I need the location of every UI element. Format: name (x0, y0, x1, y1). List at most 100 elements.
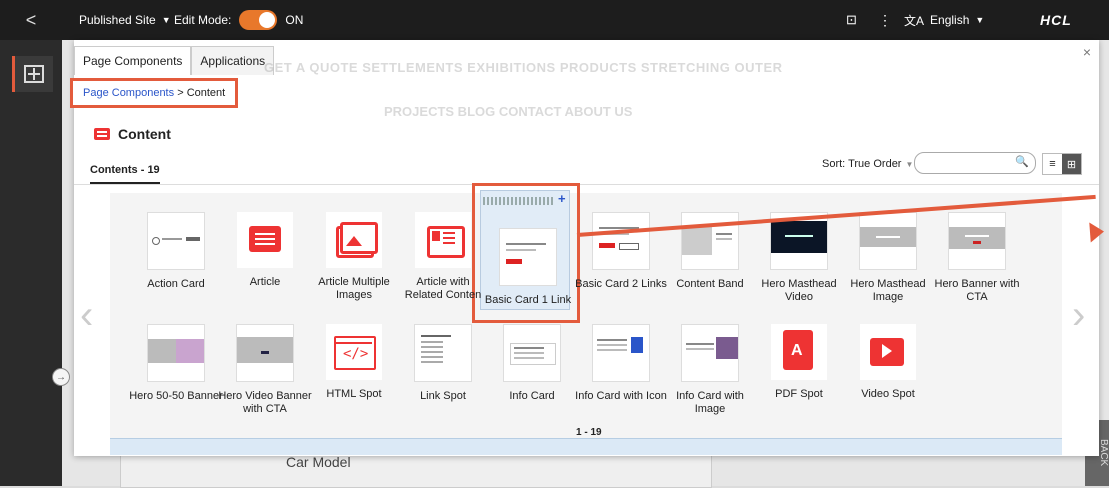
top-toolbar: < Published Site ▼ Edit Mode: ON ⊡ ⋮ 文A Eng… (0, 0, 1109, 40)
add-component-button[interactable] (12, 56, 53, 92)
content-title: Content (118, 126, 171, 142)
published-site-dropdown[interactable]: Published Site ▼ (79, 0, 171, 40)
translate-icon: 文A (904, 13, 925, 28)
tile-hero-masthead-image[interactable]: Hero Masthead Image (841, 212, 935, 304)
link-spot-thumbnail (414, 324, 472, 382)
list-view-icon[interactable]: ≡ (1043, 154, 1062, 174)
tile-basic-card-1-link[interactable]: Basic Card 1 Link (481, 228, 575, 307)
more-options-icon[interactable]: ⋮ (878, 0, 892, 40)
search-input[interactable]: 🔍 (914, 152, 1036, 174)
hero-masthead-image-thumbnail (859, 212, 917, 270)
tile-action-card[interactable]: Action Card (129, 212, 223, 291)
tile-basic-card-2-links[interactable]: Basic Card 2 Links (574, 212, 668, 291)
tile-article[interactable]: Article (218, 212, 312, 289)
next-arrow-icon[interactable]: › (1072, 293, 1085, 338)
published-site-label: Published Site (79, 13, 156, 27)
language-dropdown[interactable]: 文A English ▼ (904, 0, 984, 40)
sort-label: Sort: True Order (822, 158, 902, 170)
breadcrumb: Page Components > Content (70, 78, 239, 108)
related-article-icon (415, 212, 471, 268)
tile-label: Info Card with Icon (575, 390, 667, 402)
tile-label: Link Spot (420, 390, 466, 402)
annotation-arrowhead (1089, 221, 1105, 243)
add-plus-icon[interactable]: + (558, 191, 566, 206)
info-card-thumbnail (503, 324, 561, 382)
breadcrumb-current: Content (186, 87, 226, 99)
tile-label: HTML Spot (326, 388, 382, 400)
tile-label: Hero Video Banner with CTA (218, 390, 312, 415)
video-icon (860, 324, 916, 380)
edit-mode-state: ON (285, 13, 304, 27)
sort-dropdown[interactable]: Sort: True Order ▼ (822, 158, 913, 170)
tile-hero-50-50-banner[interactable]: Hero 50-50 Banner (129, 324, 223, 403)
edit-mode-control[interactable]: Edit Mode: ON (174, 0, 303, 40)
chevron-down-icon: ▼ (161, 15, 171, 25)
search-icon: 🔍 (1015, 156, 1029, 168)
hero-video-banner-thumbnail (236, 324, 294, 382)
tile-hero-video-banner-with-cta[interactable]: Hero Video Banner with CTA (218, 324, 312, 416)
header-divider (74, 184, 1099, 185)
view-toggle: ≡ ⊞ (1042, 153, 1082, 175)
tile-label: Content Band (676, 278, 744, 290)
left-sidebar: → (0, 40, 70, 486)
tile-label: Basic Card 1 Link (484, 294, 572, 306)
content-heading: Content (94, 126, 171, 142)
info-card-image-thumbnail (681, 324, 739, 382)
tile-info-card[interactable]: Info Card (485, 324, 579, 403)
breadcrumb-separator: > (177, 87, 184, 99)
language-label: English (930, 13, 970, 27)
panel-tabs: Page Components Applications (74, 46, 275, 75)
tile-link-spot[interactable]: Link Spot (396, 324, 490, 403)
edit-mode-label: Edit Mode: (174, 13, 232, 27)
tile-hero-banner-with-cta[interactable]: Hero Banner with CTA (930, 212, 1024, 304)
html-code-icon: </> (326, 324, 382, 380)
basic-card-1-link-thumbnail (499, 228, 557, 286)
content-icon (94, 128, 110, 140)
add-component-icon (24, 65, 44, 83)
back-button[interactable]: < (0, 0, 62, 40)
tile-html-spot[interactable]: </> HTML Spot (307, 324, 401, 401)
pagination-label: 1 - 19 (576, 427, 602, 438)
grid-view-icon[interactable]: ⊞ (1062, 154, 1081, 174)
pdf-icon: A (771, 324, 827, 380)
ghost-site-nav-row1: GET A QUOTE SETTLEMENTS EXHIBITIONS PROD… (264, 60, 783, 75)
article-icon (237, 212, 293, 268)
tile-video-spot[interactable]: Video Spot (841, 324, 935, 401)
tile-label: Article (249, 276, 281, 288)
tile-article-multiple-images[interactable]: Article Multiple Images (307, 212, 401, 302)
tile-label: Article Multiple Images (318, 276, 390, 301)
tile-label: Action Card (147, 278, 205, 290)
tile-label: Basic Card 2 Links (575, 278, 667, 290)
tile-label: Hero Banner with CTA (934, 278, 1020, 303)
info-card-icon-thumbnail (592, 324, 650, 382)
expand-panel-icon[interactable]: → (52, 368, 70, 386)
chevron-down-icon: ▼ (975, 15, 985, 25)
tile-label: Hero Masthead Image (850, 278, 926, 303)
contents-count: Contents - 19 (90, 164, 160, 184)
tile-label: PDF Spot (775, 388, 823, 400)
hcl-logo: HCL (1040, 12, 1072, 28)
tab-page-components[interactable]: Page Components (74, 46, 192, 75)
action-card-thumbnail (147, 212, 205, 270)
chevron-down-icon: ▼ (905, 159, 914, 169)
car-model-label: Car Model (286, 454, 351, 470)
images-icon (326, 212, 382, 268)
preview-icon[interactable]: ⊡ (846, 0, 857, 40)
drag-handle-icon[interactable] (483, 197, 553, 205)
breadcrumb-link-page-components[interactable]: Page Components (83, 87, 174, 99)
tile-pdf-spot[interactable]: A PDF Spot (752, 324, 846, 401)
drop-zone-bar (110, 438, 1062, 455)
hero-banner-cta-thumbnail (948, 212, 1006, 270)
close-icon[interactable]: × (1083, 44, 1091, 60)
tab-applications[interactable]: Applications (191, 46, 275, 75)
tile-article-with-related-content[interactable]: Article with Related Conten (396, 212, 490, 302)
tile-label: Hero Masthead Video (761, 278, 837, 303)
tile-info-card-with-image[interactable]: Info Card with Image (663, 324, 757, 416)
ghost-site-nav-row2: PROJECTS BLOG CONTACT ABOUT US (384, 104, 633, 119)
tile-hero-masthead-video[interactable]: Hero Masthead Video (752, 212, 846, 304)
tile-label: Hero 50-50 Banner (129, 390, 223, 402)
tile-info-card-with-icon[interactable]: Info Card with Icon (574, 324, 668, 403)
prev-arrow-icon[interactable]: ‹ (80, 293, 93, 338)
hero-50-50-thumbnail (147, 324, 205, 382)
edit-mode-toggle[interactable] (239, 10, 278, 30)
